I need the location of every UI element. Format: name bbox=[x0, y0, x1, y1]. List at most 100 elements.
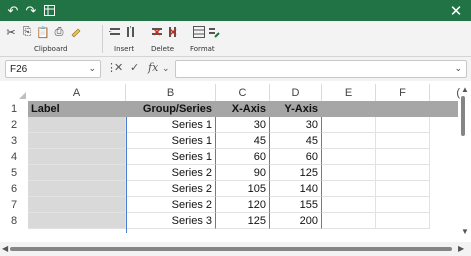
select-all-corner[interactable] bbox=[0, 84, 28, 101]
cell-b5[interactable]: Series 2 bbox=[126, 165, 216, 181]
function-icon[interactable]: fx bbox=[148, 61, 158, 74]
cell-e4[interactable] bbox=[322, 149, 376, 165]
ribbon: ✂ ⎘ 📋 ⎙ Clipboard Insert Delete Format bbox=[0, 21, 471, 57]
cell-d2[interactable]: 30 bbox=[270, 117, 322, 133]
cell-e2[interactable] bbox=[322, 117, 376, 133]
cell-a7[interactable] bbox=[28, 197, 126, 213]
undo-icon[interactable]: ↶ bbox=[4, 0, 22, 21]
cut-icon[interactable]: ✂ bbox=[4, 25, 18, 39]
row-header[interactable]: 6 bbox=[0, 181, 28, 197]
close-icon[interactable]: ✕ bbox=[447, 0, 465, 21]
cell-f7[interactable] bbox=[376, 197, 430, 213]
cancel-icon[interactable]: ✕ bbox=[114, 61, 123, 74]
cell-d7[interactable]: 155 bbox=[270, 197, 322, 213]
column-header-d[interactable]: D bbox=[270, 84, 322, 101]
expand-formula-icon[interactable]: ⌄ bbox=[454, 63, 462, 74]
delete-cols-icon[interactable] bbox=[166, 25, 180, 39]
cell-c1[interactable]: X-Axis bbox=[216, 101, 270, 117]
cell-e7[interactable] bbox=[322, 197, 376, 213]
cell-a4[interactable] bbox=[28, 149, 126, 165]
cell-e8[interactable] bbox=[322, 213, 376, 229]
column-header-c[interactable]: C bbox=[216, 84, 270, 101]
cell-d4[interactable]: 60 bbox=[270, 149, 322, 165]
cell-b7[interactable]: Series 2 bbox=[126, 197, 216, 213]
cell-e1[interactable] bbox=[322, 101, 376, 117]
cell-c4[interactable]: 60 bbox=[216, 149, 270, 165]
row-header[interactable]: 5 bbox=[0, 165, 28, 181]
cell-d1[interactable]: Y-Axis bbox=[270, 101, 322, 117]
cell-c3[interactable]: 45 bbox=[216, 133, 270, 149]
cell-a6[interactable] bbox=[28, 181, 126, 197]
cell-e3[interactable] bbox=[322, 133, 376, 149]
row-header[interactable]: 8 bbox=[0, 213, 28, 229]
horizontal-scrollbar-thumb[interactable] bbox=[10, 247, 452, 251]
format-painter-icon[interactable] bbox=[69, 25, 83, 39]
cell-f3[interactable] bbox=[376, 133, 430, 149]
cell-a2[interactable] bbox=[28, 117, 126, 133]
cell-e5[interactable] bbox=[322, 165, 376, 181]
cell-c6[interactable]: 105 bbox=[216, 181, 270, 197]
scroll-up-icon[interactable]: ▲ bbox=[461, 85, 469, 94]
row-header[interactable]: 7 bbox=[0, 197, 28, 213]
cell-c5[interactable]: 90 bbox=[216, 165, 270, 181]
insert-rows-icon[interactable] bbox=[108, 25, 122, 39]
cell-f2[interactable] bbox=[376, 117, 430, 133]
row-header[interactable]: 1 bbox=[0, 101, 28, 117]
cell-a3[interactable] bbox=[28, 133, 126, 149]
row-header[interactable]: 3 bbox=[0, 133, 28, 149]
copy-icon[interactable]: ⎘ bbox=[20, 25, 34, 39]
cell-c7[interactable]: 120 bbox=[216, 197, 270, 213]
horizontal-scrollbar[interactable]: ◀ ▶ bbox=[0, 242, 471, 256]
cell-b4[interactable]: Series 1 bbox=[126, 149, 216, 165]
column-header-g[interactable]: ( bbox=[430, 84, 460, 101]
cell-d6[interactable]: 140 bbox=[270, 181, 322, 197]
chevron-down-icon[interactable]: ⌄ bbox=[88, 63, 96, 74]
fx-chevron-icon[interactable]: ⌄ bbox=[162, 63, 170, 74]
row-header[interactable]: 4 bbox=[0, 149, 28, 165]
name-box[interactable]: F26 ⌄ bbox=[5, 60, 101, 78]
row-header[interactable]: 2 bbox=[0, 117, 28, 133]
sheet-icon[interactable] bbox=[40, 0, 58, 21]
insert-cols-icon[interactable] bbox=[124, 25, 138, 39]
cell-d5[interactable]: 125 bbox=[270, 165, 322, 181]
paste-special-icon[interactable]: ⎙ bbox=[52, 25, 66, 39]
column-header-a[interactable]: A bbox=[28, 84, 126, 101]
scroll-right-icon[interactable]: ▶ bbox=[458, 244, 464, 253]
cell-b3[interactable]: Series 1 bbox=[126, 133, 216, 149]
vertical-scrollbar-thumb[interactable] bbox=[461, 96, 465, 136]
selection-border bbox=[126, 117, 127, 233]
cell-f1[interactable] bbox=[376, 101, 430, 117]
cell-c2[interactable]: 30 bbox=[216, 117, 270, 133]
cell-a8[interactable] bbox=[28, 213, 126, 229]
formula-input[interactable]: ⌄ bbox=[175, 60, 467, 78]
cell-b2[interactable]: Series 1 bbox=[126, 117, 216, 133]
cell-e6[interactable] bbox=[322, 181, 376, 197]
cell-d3[interactable]: 45 bbox=[270, 133, 322, 149]
cell-f4[interactable] bbox=[376, 149, 430, 165]
cell-f6[interactable] bbox=[376, 181, 430, 197]
column-header-e[interactable]: E bbox=[322, 84, 376, 101]
cell-a5[interactable] bbox=[28, 165, 126, 181]
delete-rows-icon[interactable] bbox=[150, 25, 164, 39]
spreadsheet-grid[interactable]: A B C D E F ( 1 Label Group/Series X-Axis Y-… bbox=[0, 81, 471, 242]
cell-d8[interactable]: 200 bbox=[270, 213, 322, 229]
clear-format-icon[interactable] bbox=[207, 25, 221, 39]
column-header-f[interactable]: F bbox=[376, 84, 430, 101]
cell-a1[interactable]: Label bbox=[28, 101, 126, 117]
column-header-b[interactable]: B bbox=[126, 84, 216, 101]
cell-b8[interactable]: Series 3 bbox=[126, 213, 216, 229]
cell-f8[interactable] bbox=[376, 213, 430, 229]
format-cells-icon[interactable] bbox=[192, 25, 206, 39]
cell-c8[interactable]: 125 bbox=[216, 213, 270, 229]
scroll-left-icon[interactable]: ◀ bbox=[2, 244, 8, 253]
redo-icon[interactable]: ↷ bbox=[22, 0, 40, 21]
title-bar: ↶ ↷ ✕ bbox=[0, 0, 471, 21]
paste-icon[interactable]: 📋 bbox=[36, 25, 50, 39]
cell-g1[interactable] bbox=[430, 101, 458, 117]
cell-f5[interactable] bbox=[376, 165, 430, 181]
format-group-label: Format bbox=[190, 45, 215, 53]
cell-b1[interactable]: Group/Series bbox=[126, 101, 216, 117]
confirm-icon[interactable]: ✓ bbox=[130, 61, 139, 74]
scroll-down-icon[interactable]: ▼ bbox=[461, 227, 469, 236]
cell-b6[interactable]: Series 2 bbox=[126, 181, 216, 197]
